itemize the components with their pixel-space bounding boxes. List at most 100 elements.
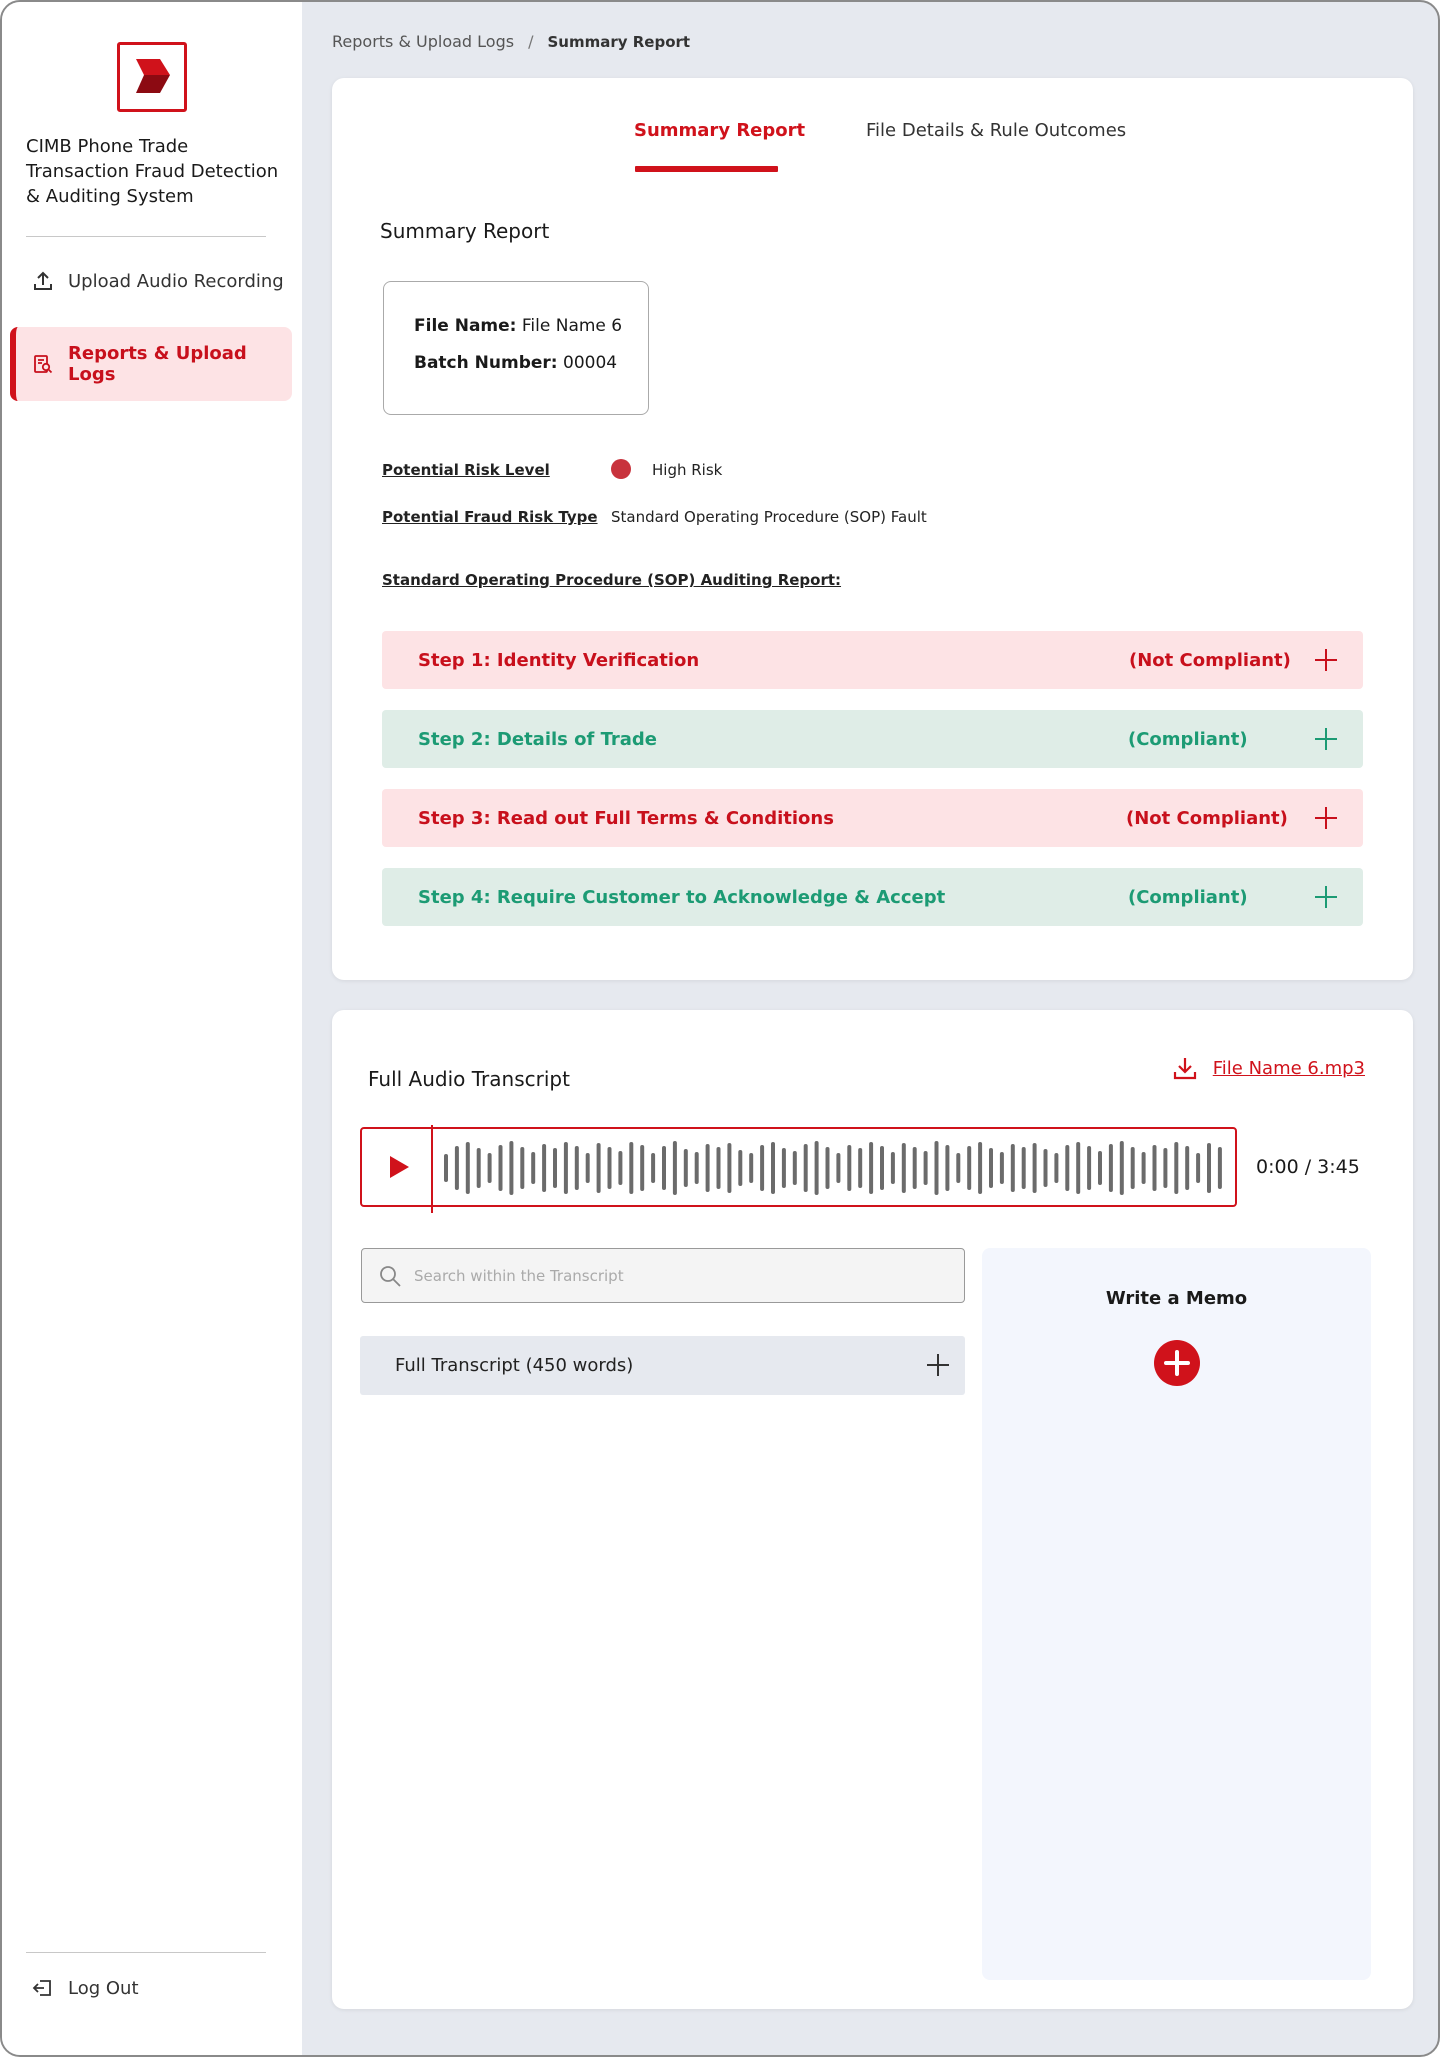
- waveform-bar: [683, 1149, 688, 1187]
- memo-title: Write a Memo: [1105, 1288, 1248, 1309]
- waveform-bar: [803, 1144, 808, 1192]
- step-title: Step 3: Read out Full Terms & Conditions: [418, 807, 834, 829]
- waveform-bar: [629, 1142, 634, 1194]
- waveform-bar: [901, 1143, 906, 1193]
- waveform-bar: [978, 1142, 983, 1194]
- waveform-bar: [814, 1141, 819, 1195]
- cimb-logo: [117, 42, 187, 112]
- search-icon: [378, 1264, 402, 1288]
- sidebar: CIMB Phone Trade Transaction Fraud Detec…: [2, 2, 302, 2055]
- waveform-bar: [1076, 1142, 1081, 1194]
- sop-report-heading: Standard Operating Procedure (SOP) Audit…: [382, 571, 842, 589]
- waveform-bar: [1021, 1147, 1026, 1189]
- plus-icon: [1164, 1350, 1190, 1376]
- download-filename: File Name 6.mp3: [1212, 1057, 1365, 1079]
- sidebar-item-upload-audio[interactable]: Upload Audio Recording: [10, 244, 292, 318]
- waveform-bar: [607, 1147, 612, 1189]
- waveform-bar: [1032, 1143, 1037, 1193]
- plus-icon: [1313, 884, 1339, 915]
- waveform-bar: [1217, 1147, 1222, 1189]
- full-transcript-accordion[interactable]: Full Transcript (450 words): [360, 1336, 965, 1395]
- play-icon[interactable]: [388, 1155, 410, 1183]
- waveform-bar: [1207, 1143, 1211, 1193]
- breadcrumb-current: Summary Report: [547, 32, 691, 51]
- risk-level-indicator: [611, 459, 631, 479]
- upload-icon: [32, 270, 54, 292]
- waveform-bar: [542, 1144, 547, 1192]
- sop-step-4[interactable]: Step 4: Require Customer to Acknowledge …: [382, 868, 1363, 926]
- playhead[interactable]: [431, 1125, 433, 1213]
- step-title: Step 4: Require Customer to Acknowledge …: [418, 886, 946, 908]
- waveform-bar: [672, 1141, 677, 1195]
- waveform-bar: [847, 1145, 852, 1191]
- sidebar-item-label: Reports & Upload Logs: [68, 343, 247, 385]
- full-transcript-label: Full Transcript (450 words): [395, 1355, 634, 1376]
- batch-number-label: Batch Number:: [414, 353, 558, 373]
- waveform-bar: [487, 1153, 492, 1183]
- waveform-bar: [923, 1151, 928, 1185]
- waveform-bar: [1163, 1148, 1168, 1188]
- waveform-bar: [1185, 1146, 1190, 1190]
- sidebar-item-reports[interactable]: Reports & Upload Logs: [10, 327, 292, 401]
- step-status: (Not Compliant): [1126, 807, 1288, 829]
- waveform-bar: [869, 1142, 874, 1194]
- tab-file-details[interactable]: File Details & Rule Outcomes: [866, 120, 1126, 141]
- waveform-bar: [574, 1146, 579, 1190]
- transcript-search[interactable]: [361, 1248, 965, 1303]
- tab-summary-report[interactable]: Summary Report: [634, 120, 805, 141]
- logout-button[interactable]: Log Out: [32, 1977, 139, 1999]
- waveform-bar: [1065, 1145, 1070, 1191]
- risk-level-label: Potential Risk Level: [382, 461, 550, 479]
- audio-player[interactable]: [360, 1125, 1237, 1213]
- sidebar-item-label: Upload Audio Recording: [68, 270, 284, 292]
- waveform-bar: [738, 1150, 743, 1186]
- waveform-bar: [553, 1148, 557, 1188]
- waveform-bar: [694, 1152, 699, 1184]
- breadcrumb: Reports & Upload Logs / Summary Report: [332, 32, 690, 51]
- fraud-type-value: Standard Operating Procedure (SOP) Fault: [611, 508, 927, 526]
- waveform-bar: [476, 1148, 481, 1188]
- breadcrumb-link-reports[interactable]: Reports & Upload Logs: [332, 32, 514, 51]
- transcript-heading: Full Audio Transcript: [368, 1067, 570, 1091]
- app-window: CIMB Phone Trade Transaction Fraud Detec…: [0, 0, 1440, 2057]
- waveform-bar: [934, 1141, 939, 1195]
- waveform-bar: [618, 1151, 623, 1185]
- sop-step-1[interactable]: Step 1: Identity Verification (Not Compl…: [382, 631, 1363, 689]
- waveform-bar: [531, 1152, 536, 1184]
- download-audio-link[interactable]: File Name 6.mp3: [1173, 1056, 1365, 1080]
- plus-icon: [1313, 726, 1339, 757]
- waveform-bar: [912, 1147, 917, 1189]
- search-input[interactable]: [414, 1266, 954, 1285]
- plus-icon: [1313, 805, 1339, 836]
- add-memo-button[interactable]: [1154, 1340, 1200, 1386]
- waveform-bar: [1174, 1142, 1179, 1194]
- app-title: CIMB Phone Trade Transaction Fraud Detec…: [26, 136, 279, 207]
- waveform-bar: [662, 1146, 666, 1190]
- breadcrumb-separator: /: [528, 32, 534, 51]
- waveform-bar: [465, 1142, 470, 1194]
- memo-panel: Write a Memo: [982, 1248, 1371, 1980]
- waveform-bar: [999, 1152, 1004, 1184]
- sidebar-divider: [26, 1952, 266, 1953]
- waveform-bar: [1010, 1144, 1015, 1192]
- waveform-bar: [825, 1147, 830, 1189]
- waveform-bar: [563, 1142, 568, 1194]
- audio-waveform[interactable]: [444, 1139, 1224, 1197]
- plus-icon: [1313, 647, 1339, 678]
- waveform-bar: [705, 1144, 710, 1192]
- waveform-bar: [651, 1153, 656, 1183]
- waveform-bar: [792, 1151, 797, 1185]
- waveform-bar: [1087, 1146, 1092, 1190]
- waveform-bar: [749, 1153, 754, 1183]
- waveform-bar: [880, 1146, 884, 1190]
- step-title: Step 2: Details of Trade: [418, 728, 658, 750]
- logout-label: Log Out: [68, 1977, 139, 1999]
- file-name-label: File Name:: [414, 316, 517, 336]
- waveform-bar: [771, 1142, 775, 1194]
- waveform-bar: [498, 1145, 503, 1191]
- sop-step-2[interactable]: Step 2: Details of Trade (Compliant): [382, 710, 1363, 768]
- waveform-bar: [509, 1141, 514, 1195]
- waveform-bar: [967, 1146, 972, 1190]
- waveform-bar: [585, 1153, 590, 1183]
- sop-step-3[interactable]: Step 3: Read out Full Terms & Conditions…: [382, 789, 1363, 847]
